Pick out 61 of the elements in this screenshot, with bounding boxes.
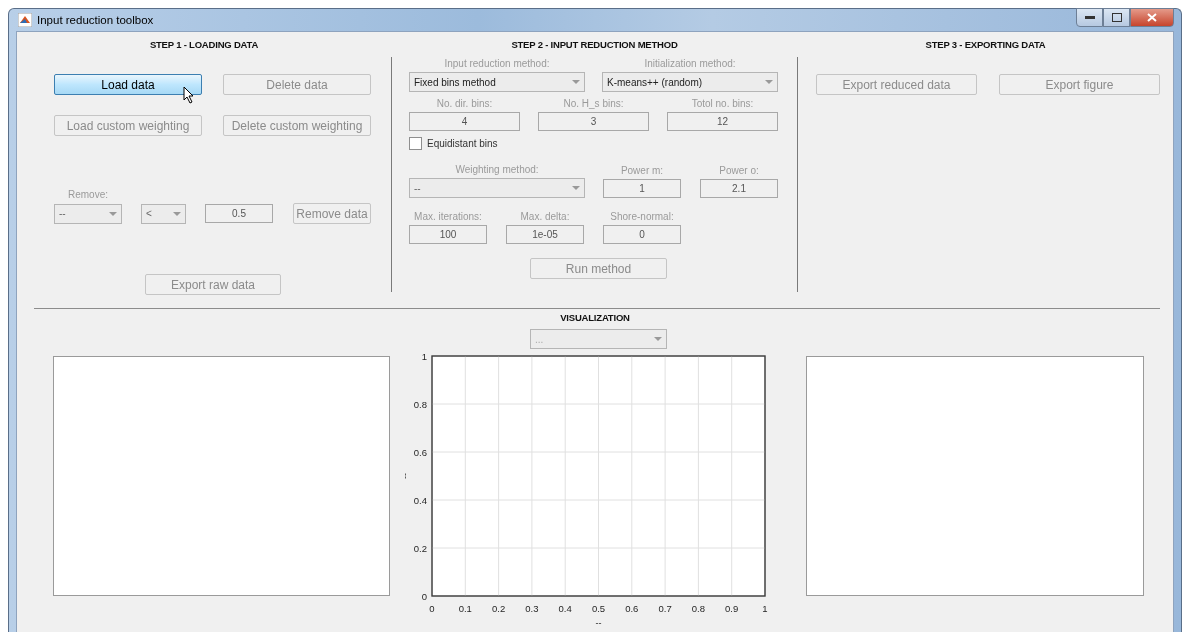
field-label: Shore-normal: — [609, 211, 675, 224]
minimize-icon — [1084, 15, 1095, 20]
field-label: Power o: — [718, 165, 760, 178]
field-label: Weighting method: — [454, 164, 540, 177]
x-tick-label: 0.1 — [458, 603, 472, 614]
section-title: STEP 3 - EXPORTING DATA — [925, 39, 1046, 50]
operator-dropdown[interactable]: < — [141, 203, 186, 224]
field-label: No. dir. bins: — [435, 98, 494, 111]
bins-field[interactable]: 3 — [538, 112, 649, 131]
field-label: Initialization method: — [643, 58, 737, 71]
x-tick-label: 0.7 — [658, 603, 672, 614]
section-title: STEP 1 - LOADING DATA — [149, 39, 259, 50]
minimize-button[interactable] — [1076, 8, 1103, 27]
field-label: Max. iterations: — [413, 211, 483, 224]
x-tick-label: 0.4 — [558, 603, 572, 614]
limit-field[interactable]: 0 — [603, 225, 681, 244]
method-dropdown[interactable]: K-means++ (random) — [602, 72, 778, 92]
x-tick-label: 0.5 — [591, 603, 606, 614]
maximize-icon — [1111, 13, 1122, 22]
field-label: Max. delta: — [519, 211, 571, 224]
window-title: Input reduction toolbox — [37, 14, 154, 26]
weighting-dropdown[interactable]: -- — [409, 178, 585, 198]
field-label: Remove: — [67, 189, 109, 202]
checkbox-label: Equidistant bins — [427, 138, 498, 149]
field-label: Input reduction method: — [443, 58, 551, 71]
column-dropdown[interactable]: -- — [54, 203, 122, 224]
checkbox[interactable] — [409, 137, 422, 150]
y-tick-label: 0.4 — [413, 494, 427, 506]
action-button[interactable]: Load data — [54, 74, 202, 95]
threshold-field[interactable]: 0.5 — [205, 204, 273, 223]
x-tick-label: 0.9 — [725, 603, 739, 614]
bins-field[interactable]: 4 — [409, 112, 520, 131]
close-button[interactable] — [1130, 8, 1174, 27]
close-icon — [1147, 13, 1157, 22]
power-field[interactable]: 1 — [603, 179, 681, 198]
x-tick-label: 0.2 — [492, 603, 506, 614]
y-axis-label: -- — [400, 473, 410, 479]
maximize-button[interactable] — [1103, 8, 1130, 27]
section-title: STEP 2 - INPUT REDUCTION METHOD — [511, 39, 678, 50]
section-title: VISUALIZATION — [560, 312, 630, 323]
x-tick-label: 0.8 — [691, 603, 705, 614]
x-axis-label: -- — [595, 618, 602, 628]
x-tick-label: 0 — [429, 603, 435, 614]
y-tick-label: 0.8 — [413, 398, 427, 410]
y-tick-label: 0.6 — [413, 446, 427, 458]
y-tick-label: 0.2 — [413, 542, 427, 554]
bins-field[interactable]: 12 — [667, 112, 778, 131]
y-tick-label: 1 — [421, 350, 427, 362]
mouse-cursor-icon — [183, 86, 195, 104]
y-tick-label: 0 — [421, 590, 427, 602]
field-label: Totol no. bins: — [690, 98, 755, 111]
x-tick-label: 0.3 — [525, 603, 539, 614]
limit-field[interactable]: 1e-05 — [506, 225, 584, 244]
app-logo-icon — [18, 13, 32, 27]
limit-field[interactable]: 100 — [409, 225, 487, 244]
power-field[interactable]: 2.1 — [700, 179, 778, 198]
x-tick-label: 0.6 — [625, 603, 639, 614]
x-tick-label: 1 — [762, 603, 768, 614]
field-label: Power m: — [619, 165, 665, 178]
method-dropdown[interactable]: Fixed bins method — [409, 72, 585, 92]
field-label: No. H_s bins: — [562, 98, 625, 111]
